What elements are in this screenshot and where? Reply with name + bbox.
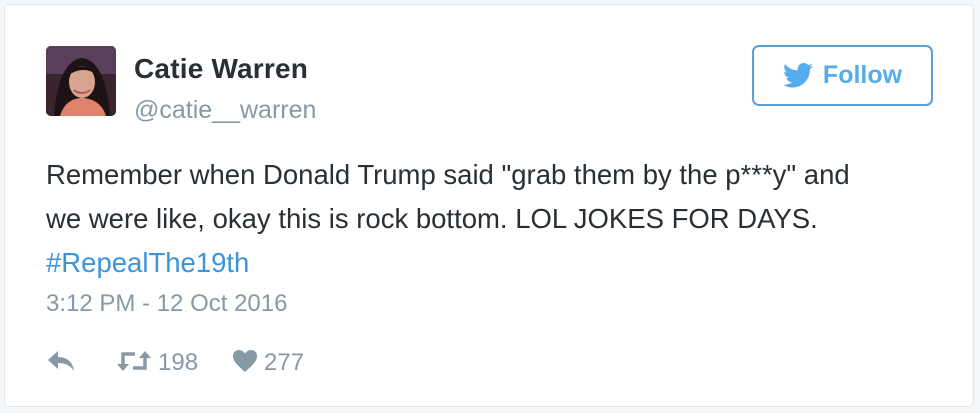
tweet-timestamp[interactable]: 3:12 PM - 12 Oct 2016 — [46, 290, 287, 318]
twitter-bird-icon — [782, 63, 813, 88]
like-button[interactable]: 277 — [232, 349, 304, 378]
avatar-photo — [46, 46, 116, 116]
tweet-actions: 198 277 — [46, 346, 304, 380]
avatar[interactable] — [46, 46, 116, 116]
follow-button[interactable]: Follow — [752, 45, 933, 106]
reply-icon — [46, 350, 76, 377]
tweet-text-line: Remember when Donald Trump said "grab th… — [46, 159, 850, 190]
user-handle[interactable]: @catie__warren — [134, 96, 316, 125]
tweet-text-line: we were like, okay this is rock bottom. … — [46, 203, 818, 234]
retweet-button[interactable]: 198 — [116, 349, 198, 378]
follow-label: Follow — [822, 61, 903, 89]
reply-button[interactable] — [46, 350, 80, 377]
heart-icon — [232, 349, 258, 378]
tweet-card: Catie Warren @catie__warren Follow Remem… — [4, 4, 974, 407]
tweet-text: Remember when Donald Trump said "grab th… — [46, 153, 946, 285]
like-count: 277 — [264, 349, 305, 376]
retweet-icon — [116, 349, 152, 378]
display-name[interactable]: Catie Warren — [134, 53, 308, 85]
retweet-count: 198 — [158, 349, 199, 376]
hashtag-link[interactable]: #RepealThe19th — [46, 247, 249, 278]
